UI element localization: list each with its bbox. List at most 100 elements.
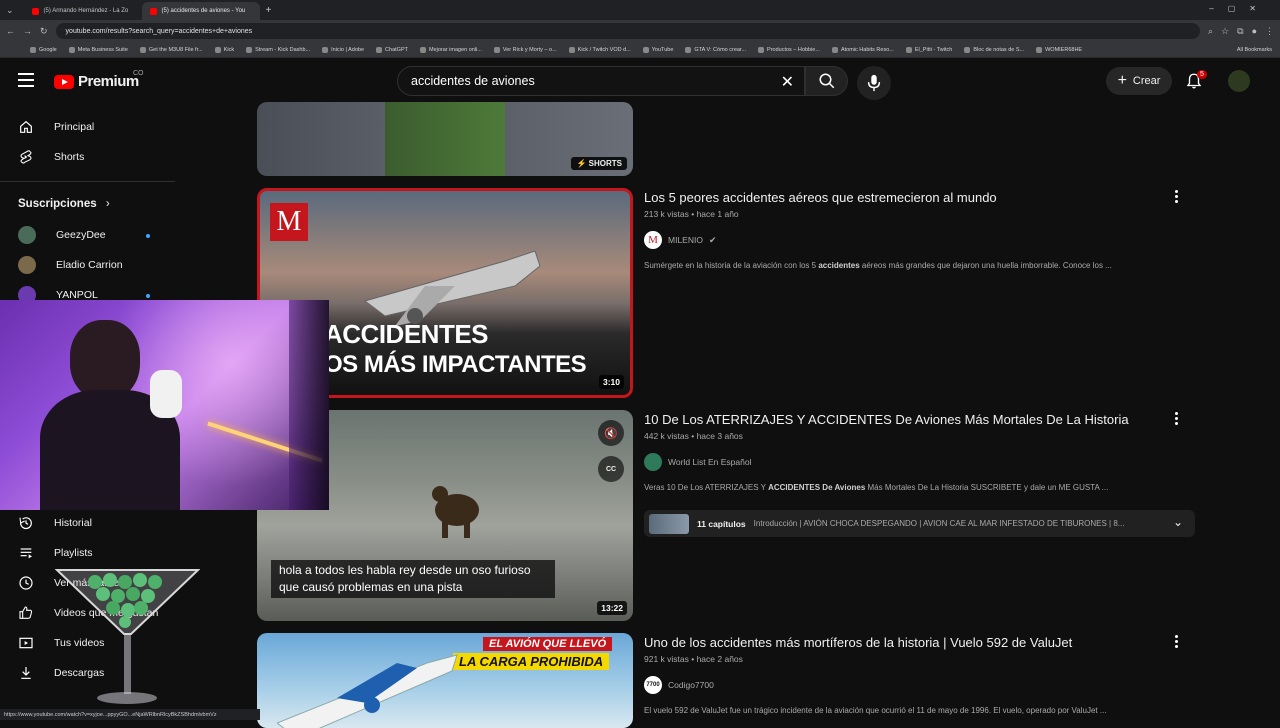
menu-icon[interactable] bbox=[18, 73, 34, 87]
subscriptions-heading[interactable]: Suscripciones › bbox=[18, 198, 110, 210]
bookmark-label: Meta Business Suite bbox=[77, 46, 128, 53]
search-icon bbox=[819, 73, 834, 89]
bookmark-item[interactable]: YouTube bbox=[642, 46, 674, 53]
bookmark-item[interactable]: Productos – Hobbie... bbox=[758, 46, 820, 53]
captions-icon[interactable]: CC bbox=[598, 456, 624, 482]
home-icon bbox=[20, 120, 32, 133]
browser-tab-1[interactable]: (5) Armando Hernández - La Zo bbox=[24, 2, 142, 20]
sidebar-item-playlists[interactable]: Playlists bbox=[18, 545, 93, 561]
bookmark-item[interactable]: Get the M3U8 File fr... bbox=[139, 46, 203, 53]
star-icon[interactable]: ☆ bbox=[1221, 26, 1229, 37]
sidebar-item-shorts[interactable]: Shorts bbox=[18, 149, 84, 165]
create-button[interactable]: + Crear bbox=[1106, 67, 1172, 95]
bookmark-item[interactable]: Stream - Kick Dashb... bbox=[246, 46, 311, 53]
bookmark-favicon-icon bbox=[1036, 46, 1043, 53]
sidebar-item-historial[interactable]: Historial bbox=[18, 515, 92, 531]
verified-icon: ✔ bbox=[708, 234, 717, 245]
address-bar[interactable]: youtube.com/results?search_query=acciden… bbox=[55, 23, 1200, 39]
video-channel[interactable]: 7700 Codigo7700 bbox=[644, 676, 714, 694]
window-controls[interactable]: –▢✕ bbox=[1209, 4, 1270, 13]
video-channel[interactable]: World List En Español bbox=[644, 453, 751, 471]
browser-menu-icon[interactable]: ⋮ bbox=[1265, 26, 1274, 37]
forward-icon[interactable]: → bbox=[23, 26, 32, 36]
bookmark-item[interactable]: Google bbox=[30, 46, 57, 53]
bookmark-item[interactable]: Atomic Habits Reso... bbox=[831, 46, 894, 53]
video-description: Veras 10 De Los ATERRIZAJES Y ACCIDENTES… bbox=[644, 483, 1108, 492]
shorts-thumbnail[interactable]: ⚡ SHORTS bbox=[257, 102, 633, 176]
bookmark-item[interactable]: GTA V: Cómo crear... bbox=[685, 46, 746, 53]
bookmark-item[interactable]: Kick / Twitch VOD d... bbox=[568, 46, 631, 53]
bookmark-item[interactable]: Kick bbox=[214, 46, 234, 53]
clear-search-icon[interactable]: ✕ bbox=[781, 72, 794, 92]
search-button[interactable] bbox=[805, 66, 848, 96]
youtube-favicon-icon bbox=[149, 7, 157, 15]
thumbnail-headline: EL AVIÓN QUE LLEVÓ bbox=[483, 637, 613, 651]
subscription-name: Eladio Carrion bbox=[56, 259, 123, 271]
bookmark-favicon-icon bbox=[964, 46, 971, 53]
sidebar-item-principal[interactable]: Principal bbox=[18, 119, 94, 135]
bookmark-label: Ver Rick y Morty – o... bbox=[502, 46, 557, 53]
bookmark-favicon-icon bbox=[568, 46, 575, 53]
video-title[interactable]: Uno de los accidentes más mortíferos de … bbox=[644, 635, 1072, 650]
video-thumbnail[interactable]: EL AVIÓN QUE LLEVÓ LA CARGA PROHIBIDA bbox=[257, 633, 633, 728]
sidebar-item-label: Shorts bbox=[54, 151, 85, 163]
youtube-logo[interactable]: Premium bbox=[54, 73, 139, 90]
chapter-thumbnail bbox=[649, 513, 689, 534]
microphone-icon bbox=[867, 74, 881, 92]
bookmark-item[interactable]: Bloc de notas de S... bbox=[964, 46, 1024, 53]
channel-avatar bbox=[18, 226, 36, 244]
extensions-icon[interactable]: ⧉ bbox=[1237, 26, 1243, 37]
chapters-panel[interactable]: 11 capítulos Introducción | AVIÓN CHOCA … bbox=[644, 510, 1195, 537]
back-icon[interactable]: ← bbox=[6, 26, 15, 36]
video-description: El vuelo 592 de ValuJet fue un trágico i… bbox=[644, 706, 1107, 715]
video-meta: 921 k vistas • hace 2 años bbox=[644, 654, 743, 664]
bookmark-label: YouTube bbox=[651, 46, 674, 53]
more-options-icon[interactable] bbox=[1175, 190, 1178, 203]
shorts-badge: ⚡ SHORTS bbox=[571, 157, 627, 170]
subscription-eladio-carrion[interactable]: Eladio Carrion bbox=[18, 256, 123, 274]
zoom-icon[interactable]: ⌕ bbox=[1208, 26, 1213, 37]
chevron-down-icon[interactable]: ⌄ bbox=[1173, 515, 1183, 529]
bookmark-favicon-icon bbox=[493, 46, 500, 53]
video-icon bbox=[19, 637, 33, 649]
bookmark-favicon-icon bbox=[376, 46, 383, 53]
profile-icon[interactable]: ● bbox=[1252, 26, 1257, 36]
reload-icon[interactable]: ↻ bbox=[40, 26, 48, 37]
mute-icon[interactable]: 🔇 bbox=[598, 420, 624, 446]
webcam-overlay bbox=[0, 300, 329, 510]
account-avatar[interactable] bbox=[1228, 70, 1250, 92]
bookmark-item[interactable]: Mejorar imagen onli... bbox=[419, 46, 482, 53]
bookmarks-bar: Google Meta Business Suite Get the M3U8 Fi… bbox=[0, 42, 1280, 58]
more-options-icon[interactable] bbox=[1175, 635, 1178, 648]
voice-search-button[interactable] bbox=[857, 66, 891, 100]
bookmark-item[interactable]: Inicio | Adobe bbox=[322, 46, 364, 53]
bookmark-favicon-icon bbox=[419, 46, 426, 53]
video-title[interactable]: Los 5 peores accidentes aéreos que estre… bbox=[644, 190, 997, 205]
video-title[interactable]: 10 De Los ATERRIZAJES Y ACCIDENTES De Av… bbox=[644, 412, 1129, 427]
tab-search-icon[interactable]: ⌄ bbox=[6, 5, 14, 16]
desc-highlight: ACCIDENTES De Aviones bbox=[768, 483, 866, 492]
microphone-image bbox=[150, 370, 182, 418]
bookmark-favicon-icon bbox=[831, 46, 838, 53]
browser-tab-2[interactable]: (5) accidentes de aviones - You bbox=[141, 2, 260, 20]
create-label: Crear bbox=[1132, 75, 1161, 87]
search-input[interactable]: accidentes de aviones ✕ bbox=[397, 66, 805, 96]
youtube-header: Premium CO accidentes de aviones ✕ + Cre… bbox=[0, 58, 1280, 104]
bookmark-item[interactable]: ChatGPT bbox=[376, 46, 408, 53]
bookmark-item[interactable]: Meta Business Suite bbox=[68, 46, 128, 53]
search-results: ⚡ SHORTS M ACCIDENTES OS MÁS IMPACTANTES… bbox=[257, 102, 1217, 728]
video-channel[interactable]: M MILENIO ✔ bbox=[644, 231, 717, 249]
notification-count-badge: 5 bbox=[1197, 70, 1207, 79]
cocktail-glass-overlay bbox=[55, 569, 200, 704]
bookmark-label: Stream - Kick Dashb... bbox=[255, 46, 311, 53]
bookmark-item[interactable]: El_Pitti - Twitch bbox=[905, 46, 952, 53]
thumbnail-headline: ACCIDENTES bbox=[324, 319, 489, 349]
bookmark-item[interactable]: WOMIER68HE bbox=[1036, 46, 1082, 53]
bear-image bbox=[432, 486, 479, 538]
more-options-icon[interactable] bbox=[1175, 412, 1178, 425]
bookmark-item[interactable]: Ver Rick y Morty – o... bbox=[493, 46, 557, 53]
subscriptions-title: Suscripciones bbox=[18, 198, 97, 210]
subscription-geezydee[interactable]: GeezyDee bbox=[18, 226, 106, 244]
all-bookmarks[interactable]: All Bookmarks bbox=[1237, 47, 1272, 53]
new-tab-icon[interactable]: + bbox=[266, 5, 272, 16]
